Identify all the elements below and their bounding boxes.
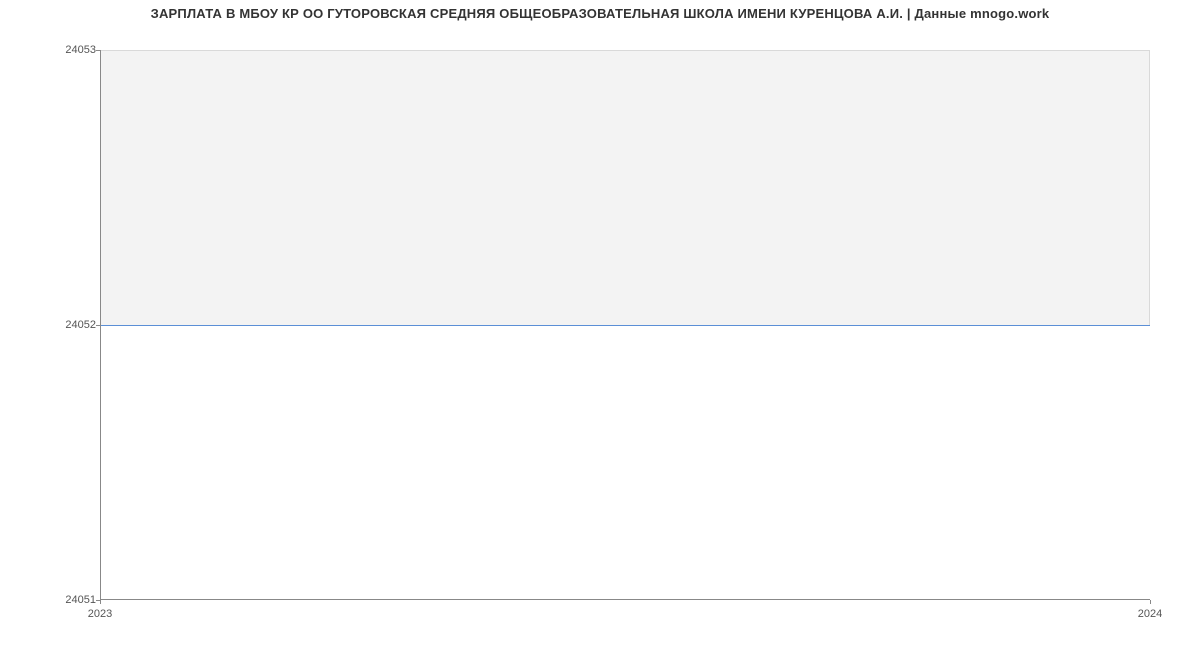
chart-title: ЗАРПЛАТА В МБОУ КР ОО ГУТОРОВСКАЯ СРЕДНЯ… [0, 6, 1200, 21]
data-line [101, 325, 1150, 326]
x-tick-mark [1150, 600, 1151, 604]
y-tick-label: 24051 [46, 594, 96, 606]
plot-area [100, 50, 1150, 600]
y-tick-label: 24053 [46, 44, 96, 56]
x-tick-mark [100, 600, 101, 604]
chart-container: ЗАРПЛАТА В МБОУ КР ОО ГУТОРОВСКАЯ СРЕДНЯ… [0, 0, 1200, 650]
y-tick-label: 24052 [46, 319, 96, 331]
area-fill [101, 50, 1150, 325]
x-tick-label: 2023 [88, 608, 112, 620]
x-tick-label: 2024 [1138, 608, 1162, 620]
